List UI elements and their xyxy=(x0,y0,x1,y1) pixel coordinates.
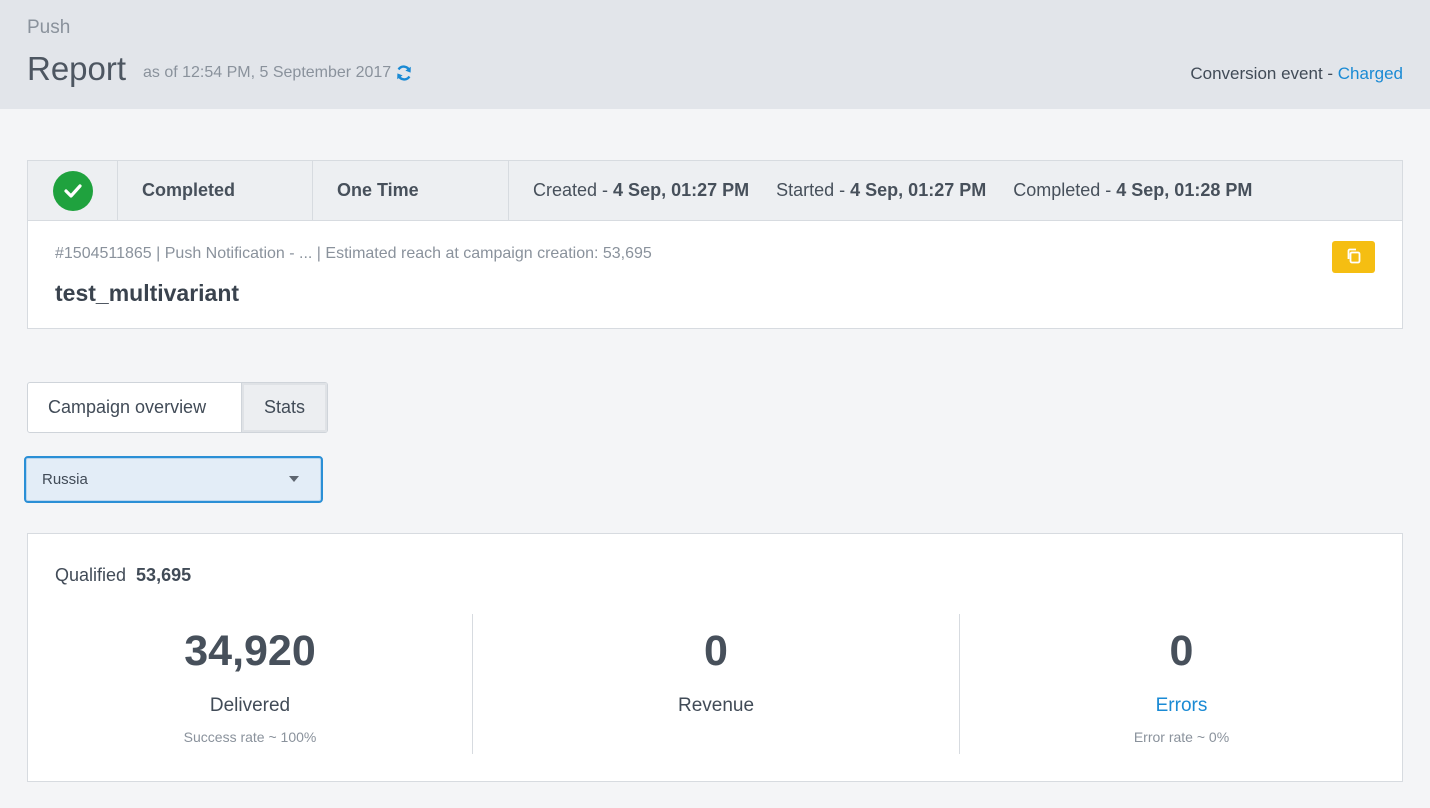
created-value: 4 Sep, 01:27 PM xyxy=(613,180,750,200)
completed-value: 4 Sep, 01:28 PM xyxy=(1116,180,1253,200)
started-label: Started - xyxy=(776,180,851,200)
created-date: Created - 4 Sep, 01:27 PM xyxy=(533,180,749,201)
campaign-summary-card: Completed One Time Created - 4 Sep, 01:2… xyxy=(27,160,1403,329)
delivered-value: 34,920 xyxy=(184,627,316,675)
page-title: Report xyxy=(27,50,127,87)
completed-label: Completed - xyxy=(1013,180,1117,200)
revenue-label: Revenue xyxy=(677,695,755,716)
qualified-label: Qualified xyxy=(55,565,127,585)
success-rate: Success rate ~ 100% xyxy=(183,729,317,745)
delivered-stat: 34,920 Delivered Success rate ~ 100% xyxy=(28,614,472,754)
tab-stats[interactable]: Stats xyxy=(242,383,327,432)
country-select-value: Russia xyxy=(42,471,88,488)
created-label: Created - xyxy=(533,180,614,200)
tab-campaign-overview[interactable]: Campaign overview xyxy=(28,383,242,432)
page-header: Push Report as of 12:54 PM, 5 September … xyxy=(0,0,1430,109)
campaign-name: test_multivariant xyxy=(55,280,240,306)
qualified-value: 53,695 xyxy=(136,565,192,585)
report-tabs: Campaign overview Stats xyxy=(27,382,328,433)
campaign-status-bar: Completed One Time Created - 4 Sep, 01:2… xyxy=(28,161,1402,221)
started-value: 4 Sep, 01:27 PM xyxy=(850,180,987,200)
error-rate: Error rate ~ 0% xyxy=(1133,729,1230,745)
conversion-label: Conversion event - xyxy=(1190,64,1338,83)
errors-link[interactable]: Errors xyxy=(960,695,1403,717)
copy-campaign-button[interactable] xyxy=(1332,241,1375,273)
status-icon-cell xyxy=(28,161,118,220)
revenue-value: 0 xyxy=(704,627,728,675)
campaign-status: Completed xyxy=(118,161,313,220)
errors-value: 0 xyxy=(1169,627,1194,675)
as-of-text: as of 12:54 PM, 5 September 2017 xyxy=(143,64,392,81)
started-date: Started - 4 Sep, 01:27 PM xyxy=(776,180,986,201)
breadcrumb[interactable]: Push xyxy=(27,17,70,39)
copy-icon xyxy=(1345,247,1363,268)
check-icon xyxy=(52,170,93,211)
campaign-meta: #1504511865 | Push Notification - ... | … xyxy=(55,245,652,262)
stats-card: Qualified 53,695 34,920 Delivered Success… xyxy=(27,533,1403,782)
country-select[interactable]: Russia xyxy=(24,456,323,503)
as-of-timestamp: as of 12:54 PM, 5 September 2017 xyxy=(143,64,413,82)
delivered-label: Delivered xyxy=(209,695,291,716)
refresh-icon[interactable] xyxy=(395,64,413,82)
completed-date: Completed - 4 Sep, 01:28 PM xyxy=(1013,180,1252,201)
campaign-dates: Created - 4 Sep, 01:27 PM Started - 4 Se… xyxy=(509,161,1252,220)
qualified-count: Qualified 53,695 xyxy=(55,565,191,586)
campaign-type: One Time xyxy=(313,161,509,220)
conversion-event-link[interactable]: Charged xyxy=(1338,64,1403,83)
errors-stat: 0 Errors Error rate ~ 0% xyxy=(959,614,1403,754)
chevron-down-icon xyxy=(289,476,299,482)
conversion-event: Conversion event - Charged xyxy=(1190,64,1403,84)
revenue-stat: 0 Revenue xyxy=(472,614,959,754)
